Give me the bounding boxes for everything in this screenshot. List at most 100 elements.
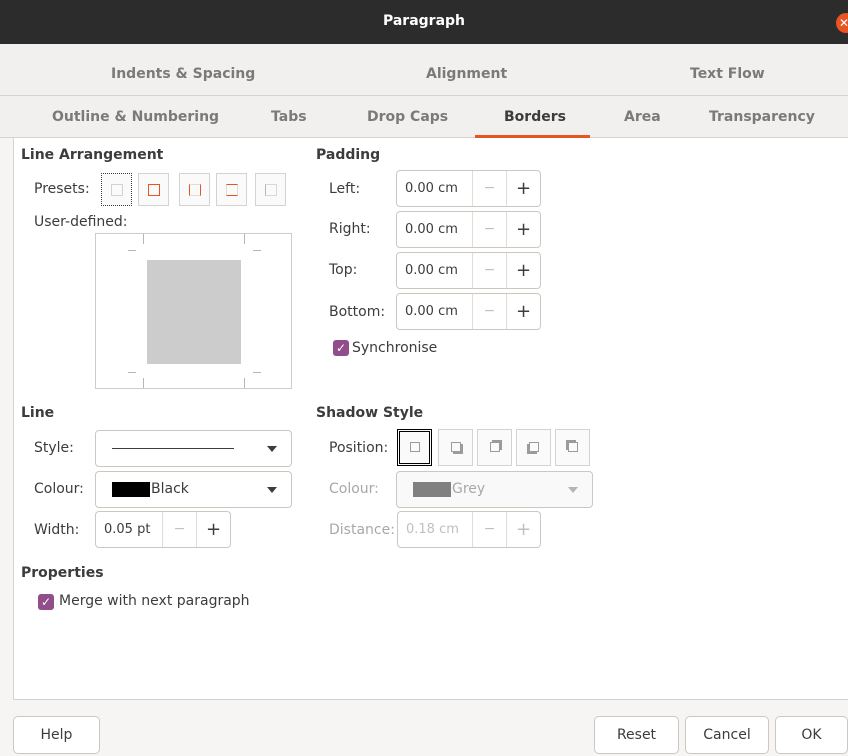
- padding-right-value[interactable]: 0.00 cm: [405, 222, 458, 237]
- preset-left-right-button[interactable]: [179, 173, 210, 206]
- line-width-value[interactable]: 0.05 pt: [104, 522, 150, 537]
- plus-icon[interactable]: +: [506, 171, 540, 206]
- shadow-bottom-left-icon: [529, 442, 539, 452]
- line-colour-dropdown[interactable]: Black: [95, 471, 292, 508]
- chevron-down-icon: [267, 446, 277, 452]
- colour-swatch: [112, 482, 150, 497]
- tab-alignment[interactable]: Alignment: [426, 66, 507, 82]
- left-right-borders-icon: [189, 184, 201, 196]
- shadow-style-heading: Shadow Style: [316, 405, 424, 421]
- minus-icon[interactable]: −: [472, 512, 506, 547]
- shadow-none-button[interactable]: [397, 429, 432, 466]
- line-heading: Line: [21, 405, 55, 421]
- padding-left-spinner[interactable]: 0.00 cm − +: [396, 170, 541, 207]
- merge-checkbox[interactable]: ✓: [38, 594, 54, 610]
- shadow-bottom-left-button[interactable]: [516, 429, 551, 466]
- tab-outline-numbering[interactable]: Outline & Numbering: [52, 109, 219, 125]
- shadow-bottom-right-button[interactable]: [438, 429, 473, 466]
- preview-guide: [143, 378, 144, 388]
- preset-left-button[interactable]: [255, 173, 286, 206]
- padding-bottom-label: Bottom:: [329, 304, 386, 320]
- title-bar: Paragraph ✕: [0, 0, 848, 44]
- preview-guide: [128, 372, 136, 373]
- line-arrangement-heading: Line Arrangement: [21, 147, 164, 163]
- preview-page: [147, 260, 241, 364]
- padding-right-spinner[interactable]: 0.00 cm − +: [396, 211, 541, 248]
- padding-bottom-value[interactable]: 0.00 cm: [405, 304, 458, 319]
- padding-bottom-spinner[interactable]: 0.00 cm − +: [396, 293, 541, 330]
- preview-guide: [244, 378, 245, 388]
- tab-drop-caps[interactable]: Drop Caps: [367, 109, 448, 125]
- tab-borders[interactable]: Borders: [504, 109, 566, 125]
- window-title: Paragraph: [382, 13, 466, 29]
- tab-area[interactable]: Area: [624, 109, 661, 125]
- tab-row-primary: Indents & Spacing Alignment Text Flow: [0, 44, 848, 96]
- help-button[interactable]: Help: [13, 716, 100, 754]
- no-shadow-icon: [410, 442, 420, 452]
- padding-left-label: Left:: [329, 181, 361, 197]
- plus-icon[interactable]: +: [506, 294, 540, 329]
- colour-swatch: [413, 482, 451, 497]
- minus-icon[interactable]: −: [472, 253, 506, 288]
- border-preview[interactable]: [95, 233, 292, 389]
- properties-heading: Properties: [21, 565, 104, 581]
- synchronise-checkbox[interactable]: ✓: [333, 340, 349, 356]
- minus-icon[interactable]: −: [162, 512, 196, 547]
- line-width-spinner[interactable]: 0.05 pt − +: [95, 511, 231, 548]
- merge-label[interactable]: Merge with next paragraph: [59, 593, 250, 609]
- solid-line-sample: [112, 448, 234, 449]
- minus-icon[interactable]: −: [472, 171, 506, 206]
- preset-none-button[interactable]: [101, 173, 132, 206]
- shadow-distance-label: Distance:: [329, 522, 395, 538]
- shadow-bottom-right-icon: [451, 442, 461, 452]
- shadow-top-left-icon: [568, 442, 578, 452]
- line-width-label: Width:: [34, 522, 80, 538]
- line-colour-value: Black: [151, 481, 189, 497]
- presets-label: Presets:: [34, 181, 90, 197]
- minus-icon[interactable]: −: [472, 294, 506, 329]
- shadow-distance-value[interactable]: 0.18 cm: [406, 522, 459, 537]
- plus-icon[interactable]: +: [506, 253, 540, 288]
- close-icon[interactable]: ✕: [836, 13, 848, 33]
- shadow-colour-dropdown[interactable]: Grey: [396, 471, 593, 508]
- shadow-top-right-button[interactable]: [477, 429, 512, 466]
- shadow-colour-value: Grey: [452, 481, 486, 497]
- shadow-colour-label: Colour:: [329, 481, 379, 497]
- plus-icon[interactable]: +: [506, 512, 540, 547]
- shadow-distance-spinner[interactable]: 0.18 cm − +: [397, 511, 541, 548]
- chevron-down-icon: [267, 487, 277, 493]
- user-defined-label: User-defined:: [34, 214, 128, 230]
- plus-icon[interactable]: +: [506, 212, 540, 247]
- minus-icon[interactable]: −: [472, 212, 506, 247]
- preset-top-bottom-button[interactable]: [216, 173, 247, 206]
- preview-guide: [143, 234, 144, 244]
- tab-indents-spacing[interactable]: Indents & Spacing: [111, 66, 255, 82]
- preview-guide: [128, 250, 136, 251]
- shadow-position-label: Position:: [329, 440, 389, 456]
- chevron-down-icon: [568, 487, 578, 493]
- preview-guide: [253, 250, 261, 251]
- tab-transparency[interactable]: Transparency: [709, 109, 815, 125]
- no-borders-icon: [111, 184, 123, 196]
- tab-text-flow[interactable]: Text Flow: [690, 66, 765, 82]
- synchronise-label[interactable]: Synchronise: [352, 340, 437, 356]
- padding-top-spinner[interactable]: 0.00 cm − +: [396, 252, 541, 289]
- left-border-icon: [265, 184, 277, 196]
- plus-icon[interactable]: +: [196, 512, 230, 547]
- padding-left-value[interactable]: 0.00 cm: [405, 181, 458, 196]
- all-borders-icon: [148, 184, 160, 196]
- line-colour-label: Colour:: [34, 481, 84, 497]
- preview-guide: [253, 372, 261, 373]
- padding-right-label: Right:: [329, 221, 371, 237]
- shadow-top-left-button[interactable]: [555, 429, 590, 466]
- ok-button[interactable]: OK: [775, 716, 848, 754]
- reset-button[interactable]: Reset: [594, 716, 679, 754]
- line-style-label: Style:: [34, 440, 74, 456]
- padding-top-value[interactable]: 0.00 cm: [405, 263, 458, 278]
- cancel-button[interactable]: Cancel: [685, 716, 769, 754]
- preset-all-button[interactable]: [138, 173, 169, 206]
- top-bottom-borders-icon: [226, 184, 238, 196]
- line-style-dropdown[interactable]: [95, 430, 292, 467]
- tab-tabs[interactable]: Tabs: [271, 109, 307, 125]
- preview-guide: [244, 234, 245, 244]
